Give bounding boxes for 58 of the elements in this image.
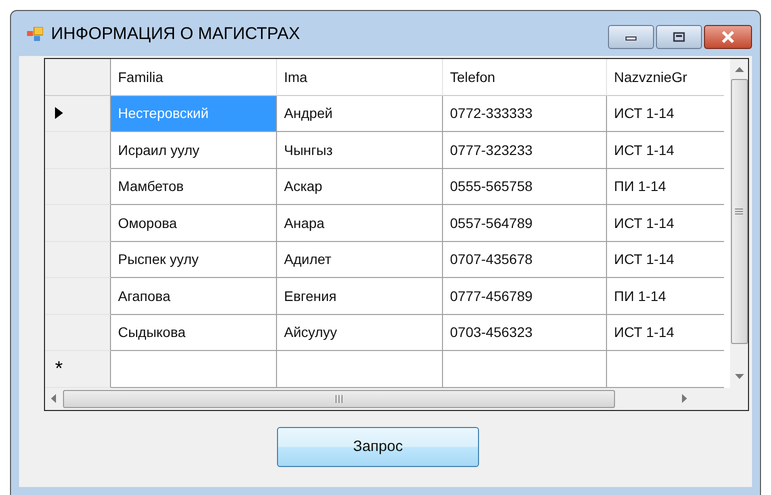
table-cell: Адилет	[277, 242, 443, 278]
table-cell: Исраил уулу	[111, 132, 277, 168]
row-header[interactable]	[45, 96, 111, 132]
table-cell: ИСТ 1-14	[607, 205, 724, 242]
table-cell: 0557-564789	[443, 205, 607, 242]
maximize-button[interactable]	[656, 25, 702, 49]
maximize-icon	[672, 31, 686, 43]
new-row-marker: *	[55, 358, 63, 379]
table-cell: Евгения	[277, 278, 443, 314]
current-row-icon	[55, 107, 63, 120]
close-icon	[720, 31, 736, 43]
column-header[interactable]: Telefon	[443, 59, 607, 96]
table-cell: Сыдыкова	[111, 314, 277, 351]
row-header[interactable]	[45, 205, 111, 242]
scroll-right-icon	[681, 394, 687, 403]
table-cell: 0703-456323	[443, 314, 607, 351]
table-cell: Мамбетов	[111, 168, 277, 205]
minimize-button[interactable]	[608, 25, 654, 49]
vertical-scrollbar[interactable]	[730, 59, 748, 388]
grip-icon	[735, 208, 743, 215]
app-icon	[27, 26, 43, 40]
table-cell: Айсулуу	[277, 314, 443, 351]
table-cell: ИСТ 1-14	[607, 96, 724, 132]
row-header[interactable]	[45, 278, 111, 314]
table-cell: Чынгыз	[277, 132, 443, 168]
scroll-thumb[interactable]	[730, 79, 748, 344]
table-cell: ПИ 1-14	[607, 278, 724, 314]
table-cell: ИСТ 1-14	[607, 314, 724, 351]
table-cell: Рыспек уулу	[111, 242, 277, 278]
scroll-down-icon	[734, 374, 744, 380]
table-cell: 0555-565758	[443, 168, 607, 205]
table-cell: 0707-435678	[443, 242, 607, 278]
grip-icon	[335, 394, 343, 402]
table-cell: ИСТ 1-14	[607, 242, 724, 278]
query-button[interactable]: Запрос	[277, 426, 479, 466]
table-cell: 0777-323233	[443, 132, 607, 168]
table-cell: 0777-456789	[443, 278, 607, 314]
column-header[interactable]: Ima	[277, 59, 443, 96]
table-cell: ИСТ 1-14	[607, 132, 724, 168]
table-cell: Агапова	[111, 278, 277, 314]
row-header[interactable]	[45, 242, 111, 278]
close-button[interactable]	[704, 25, 752, 49]
table-cell: Нестеровский	[111, 96, 277, 132]
table-cell: Анара	[277, 205, 443, 242]
table-cell: 0772-333333	[443, 96, 607, 132]
horizontal-scrollbar[interactable]	[45, 388, 748, 410]
table-cell: Андрей	[277, 96, 443, 132]
column-header[interactable]: Familia	[111, 59, 277, 96]
row-header[interactable]	[45, 132, 111, 168]
scroll-left-icon	[51, 394, 57, 403]
row-header[interactable]	[45, 168, 111, 205]
table-cell: Аскар	[277, 168, 443, 205]
window-title: ИНФОРМАЦИЯ О МАГИСТРАХ	[51, 24, 300, 44]
table-cell: Оморова	[111, 205, 277, 242]
row-header[interactable]	[45, 314, 111, 351]
scroll-up-icon	[734, 67, 744, 73]
scroll-thumb[interactable]	[63, 390, 615, 408]
table-cell: ПИ 1-14	[607, 168, 724, 205]
